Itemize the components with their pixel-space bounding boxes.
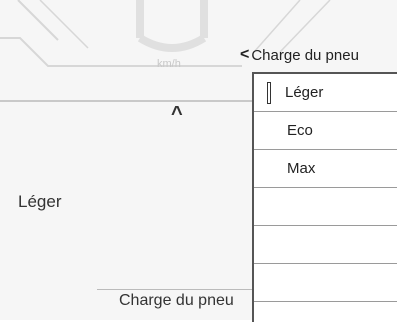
menu-item-empty xyxy=(254,264,397,302)
menu-item-label: Léger xyxy=(285,84,324,101)
tire-pressure-menu: Léger Eco Max xyxy=(252,72,397,322)
speed-unit-label: km/h xyxy=(157,58,181,70)
setting-name-label: Charge du pneu xyxy=(119,292,234,309)
back-button[interactable]: < Charge du pneu xyxy=(240,46,359,64)
chevron-up-icon[interactable]: ^ xyxy=(171,104,183,124)
menu-item-empty xyxy=(254,188,397,226)
menu-item-eco[interactable]: Eco xyxy=(254,112,397,150)
divider xyxy=(0,100,252,102)
instrument-display: km/h ^ Léger Charge du pneu < Charge du … xyxy=(0,0,397,322)
divider xyxy=(97,289,252,290)
menu-item-empty xyxy=(254,226,397,264)
menu-title: Charge du pneu xyxy=(251,46,359,64)
menu-item-label: Eco xyxy=(287,122,313,139)
selection-indicator xyxy=(267,82,271,104)
menu-item-leger[interactable]: Léger xyxy=(254,74,397,112)
current-value-label: Léger xyxy=(18,192,62,211)
menu-item-max[interactable]: Max xyxy=(254,150,397,188)
chevron-left-icon: < xyxy=(240,46,250,63)
menu-item-label: Max xyxy=(287,160,316,177)
